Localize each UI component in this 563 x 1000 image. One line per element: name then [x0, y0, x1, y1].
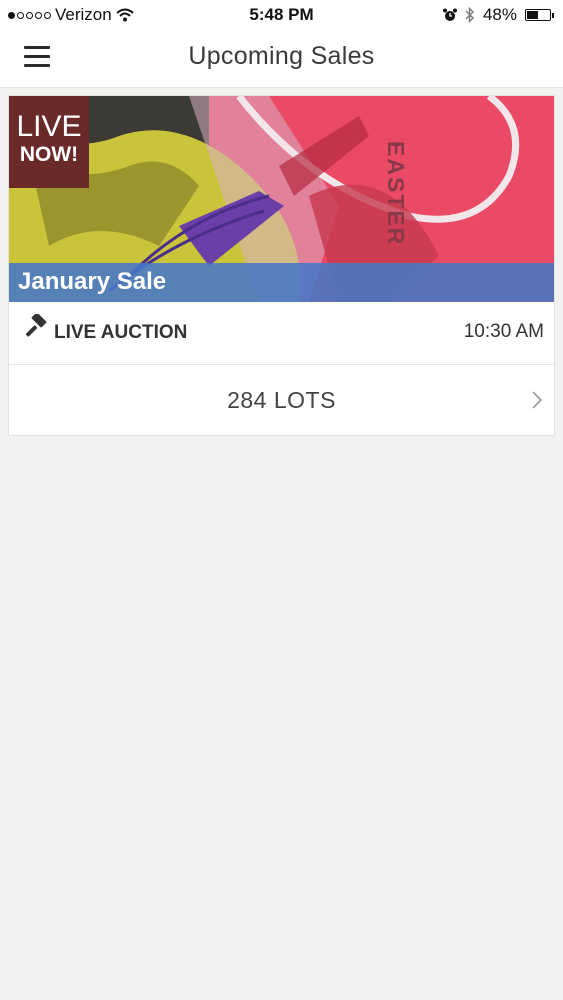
gavel-icon — [25, 314, 47, 337]
sale-card[interactable]: EASTER LIVE NOW! January Sale LIVE AUCTI… — [8, 95, 555, 436]
battery-percent: 48% — [482, 5, 517, 24]
battery-fill — [527, 11, 538, 19]
status-bar: Verizon 5:48 PM 48% — [0, 0, 563, 30]
bluetooth-icon — [465, 7, 474, 23]
live-badge-line2: NOW! — [19, 143, 79, 166]
page-title: Upcoming Sales — [188, 42, 375, 70]
alarm-icon — [442, 8, 457, 21]
live-now-badge: LIVE NOW! — [9, 96, 89, 188]
sale-time: 10:30 AM — [463, 321, 544, 342]
lots-count: 284 LOTS — [227, 387, 336, 413]
battery-icon — [525, 9, 554, 21]
auction-info-row: LIVE AUCTION 10:30 AM — [9, 302, 554, 365]
live-badge-line1: LIVE — [16, 110, 82, 143]
chevron-right-icon — [532, 391, 542, 409]
sale-title: January Sale — [18, 268, 167, 295]
image-caption-text: EASTER — [383, 141, 409, 247]
sale-title-banner: January Sale — [9, 263, 554, 302]
status-right: 48% — [442, 5, 554, 25]
auction-type: LIVE AUCTION — [54, 322, 188, 343]
lots-button[interactable]: 284 LOTS — [9, 365, 554, 435]
navigation-bar: Upcoming Sales — [0, 30, 563, 88]
sale-image[interactable]: EASTER LIVE NOW! January Sale — [9, 96, 554, 302]
